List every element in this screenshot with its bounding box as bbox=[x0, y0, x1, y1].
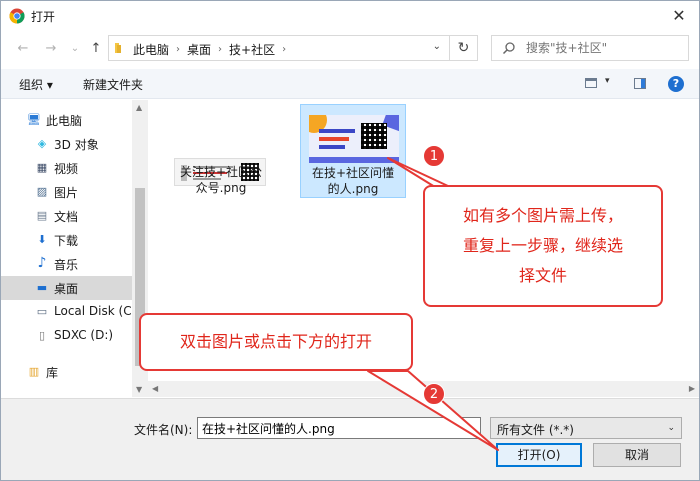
library-icon: ▥ bbox=[28, 365, 40, 378]
sidebar-item-3d-objects[interactable]: ◈ 3D 对象 bbox=[1, 132, 132, 156]
breadcrumb-item-desktop[interactable]: 桌面 bbox=[187, 41, 211, 58]
sidebar-item-label: 此电脑 bbox=[46, 114, 83, 128]
file-name-line: 关注技+社区公 bbox=[179, 165, 263, 179]
scroll-left-icon[interactable]: ◀ bbox=[152, 384, 158, 393]
sidebar-item-this-pc[interactable]: 🖥 此电脑 bbox=[1, 108, 132, 132]
recent-locations-button[interactable]: ⌄ bbox=[67, 41, 83, 57]
breadcrumb-separator[interactable]: › bbox=[282, 44, 286, 55]
file-name-line: 在技+社区问懂 bbox=[311, 166, 395, 180]
back-button[interactable]: ← bbox=[15, 41, 31, 57]
sidebar-item-label: 3D 对象 bbox=[54, 138, 99, 152]
chevron-down-icon: ⌄ bbox=[667, 423, 675, 433]
cube-icon: ◈ bbox=[37, 137, 47, 150]
step-badge-2: 2 bbox=[423, 383, 445, 405]
sidebar-item-local-disk[interactable]: ▭ Local Disk (C:) bbox=[1, 300, 132, 324]
navigation-pane: 🖥 此电脑 ◈ 3D 对象 ▦ 视频 ▨ 图片 ▤ 文档 ⬇ 下载 ♪ 音乐 ▬ bbox=[1, 100, 147, 397]
close-button[interactable]: ✕ bbox=[667, 5, 691, 27]
sidebar-item-pictures[interactable]: ▨ 图片 bbox=[1, 180, 132, 204]
sidebar-item-music[interactable]: ♪ 音乐 bbox=[1, 252, 132, 276]
title-bar: 打开 ✕ bbox=[1, 1, 699, 31]
sidebar-item-label: 图片 bbox=[54, 186, 79, 200]
sidebar-item-label: 桌面 bbox=[54, 282, 79, 296]
chrome-icon bbox=[9, 8, 25, 24]
sd-card-icon: ▯ bbox=[38, 329, 46, 342]
disk-icon: ▭ bbox=[36, 305, 48, 318]
address-bar[interactable]: 此电脑 › 桌面 › 技+社区 › ⌄ bbox=[108, 35, 450, 61]
sidebar-item-libraries[interactable]: ▥ 库 bbox=[1, 360, 132, 384]
computer-icon: 🖥 bbox=[27, 113, 41, 126]
search-icon bbox=[502, 42, 515, 55]
file-type-value: 所有文件 (*.*) bbox=[497, 423, 574, 437]
step-badge-1: 1 bbox=[423, 145, 445, 167]
file-thumbnail bbox=[309, 115, 399, 163]
search-box[interactable] bbox=[491, 35, 689, 61]
callout-line: 如有多个图片需上传， bbox=[462, 206, 623, 225]
breadcrumb: 此电脑 › 桌面 › 技+社区 › bbox=[133, 41, 293, 58]
navigation-row: ← → ⌄ ↑ 此电脑 › 桌面 › 技+社区 › ⌄ ↻ bbox=[1, 31, 699, 67]
video-icon: ▦ bbox=[36, 161, 48, 174]
dialog-footer: 文件名(N): ⌄ 所有文件 (*.*) ⌄ 打开(O) 取消 bbox=[1, 398, 699, 480]
folder-icon bbox=[115, 43, 121, 53]
close-icon: ✕ bbox=[672, 6, 686, 25]
document-icon: ▤ bbox=[36, 209, 48, 222]
sidebar-item-label: Local Disk (C:) bbox=[54, 304, 132, 318]
file-type-select[interactable]: 所有文件 (*.*) ⌄ bbox=[490, 417, 682, 439]
view-mode-icon[interactable] bbox=[585, 78, 597, 88]
preview-pane-icon[interactable] bbox=[634, 78, 646, 89]
search-input[interactable] bbox=[526, 39, 676, 57]
music-icon: ♪ bbox=[37, 255, 47, 271]
sidebar-item-downloads[interactable]: ⬇ 下载 bbox=[1, 228, 132, 252]
help-icon[interactable]: ? bbox=[668, 76, 684, 92]
scroll-right-icon[interactable]: ▶ bbox=[689, 384, 695, 393]
file-name-line: 众号.png bbox=[195, 181, 247, 195]
sidebar-item-label: SDXC (D:) bbox=[54, 328, 114, 342]
up-button[interactable]: ↑ bbox=[88, 41, 104, 57]
sidebar-item-label: 音乐 bbox=[54, 258, 79, 272]
forward-button[interactable]: → bbox=[43, 41, 59, 57]
sidebar-item-label: 视频 bbox=[54, 162, 79, 176]
organize-button[interactable]: 组织 ▾ bbox=[19, 76, 53, 93]
file-name-line: 的人.png bbox=[327, 182, 379, 196]
breadcrumb-item-this-pc[interactable]: 此电脑 bbox=[133, 41, 169, 58]
breadcrumb-separator[interactable]: › bbox=[218, 44, 222, 55]
sidebar-item-label: 下载 bbox=[54, 234, 79, 248]
filename-input[interactable] bbox=[197, 417, 481, 439]
command-bar: 组织 ▾ 新建文件夹 ▾ ? bbox=[1, 69, 699, 99]
filename-history-dropdown[interactable]: ⌄ bbox=[467, 423, 475, 433]
sidebar-item-sdxc[interactable]: ▯ SDXC (D:) bbox=[1, 324, 132, 348]
sidebar-item-desktop[interactable]: ▬ 桌面 bbox=[1, 276, 132, 300]
new-folder-button[interactable]: 新建文件夹 bbox=[83, 76, 143, 93]
download-icon: ⬇ bbox=[37, 233, 47, 246]
sidebar-item-label: 文档 bbox=[54, 210, 79, 224]
scroll-up-icon[interactable]: ▲ bbox=[136, 103, 142, 112]
sidebar-item-documents[interactable]: ▤ 文档 bbox=[1, 204, 132, 228]
callout-line: 重复上一步骤，继续选 bbox=[462, 236, 623, 255]
filename-label: 文件名(N): bbox=[134, 423, 193, 437]
file-item-selected[interactable]: 在技+社区问懂 的人.png bbox=[300, 104, 406, 198]
sidebar-item-label: 库 bbox=[46, 366, 59, 380]
breadcrumb-item-folder[interactable]: 技+社区 bbox=[229, 41, 275, 58]
desktop-icon: ▬ bbox=[36, 281, 48, 294]
scroll-down-icon[interactable]: ▼ bbox=[136, 385, 142, 394]
file-item[interactable]: 关注技+社区公 众号.png bbox=[168, 120, 274, 204]
window-title: 打开 bbox=[31, 10, 56, 24]
annotation-callout-multiple-files: 如有多个图片需上传， 重复上一步骤，继续选 择文件 bbox=[423, 185, 663, 307]
annotation-callout-open-instruction: 双击图片或点击下方的打开 bbox=[139, 313, 413, 371]
chevron-down-icon[interactable]: ⌄ bbox=[433, 41, 441, 52]
refresh-icon: ↻ bbox=[457, 40, 470, 56]
sidebar-item-videos[interactable]: ▦ 视频 bbox=[1, 156, 132, 180]
view-options-dropdown[interactable]: ▾ bbox=[605, 76, 610, 86]
breadcrumb-separator[interactable]: › bbox=[176, 44, 180, 55]
refresh-button[interactable]: ↻ bbox=[450, 35, 478, 61]
picture-icon: ▨ bbox=[36, 185, 48, 198]
cancel-button[interactable]: 取消 bbox=[593, 443, 681, 467]
callout-line: 择文件 bbox=[518, 266, 567, 285]
open-button[interactable]: 打开(O) bbox=[496, 443, 582, 467]
